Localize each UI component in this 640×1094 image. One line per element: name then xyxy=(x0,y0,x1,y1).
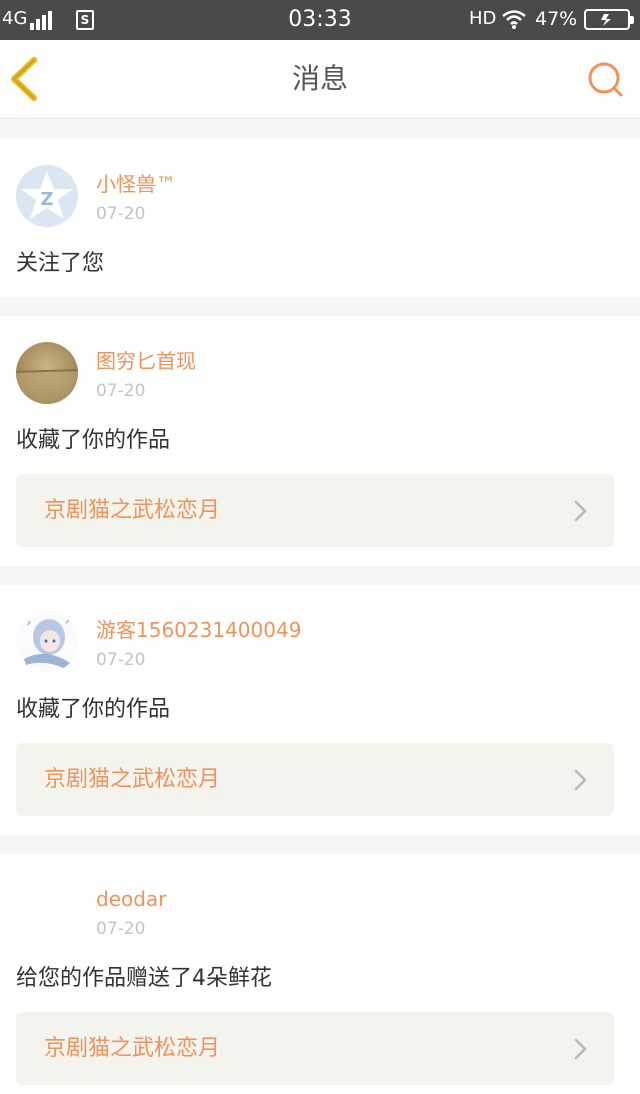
top-navigation-bar: 消息 xyxy=(0,40,640,119)
username[interactable]: deodar xyxy=(96,886,166,912)
landscape-avatar[interactable] xyxy=(16,342,78,404)
chevron-right-icon xyxy=(574,500,587,522)
battery-percent: 47% xyxy=(535,8,578,30)
hd-indicator: HD xyxy=(469,8,497,29)
status-bar: 4G S 03:33 HD 47% xyxy=(0,0,640,40)
chevron-right-icon xyxy=(574,769,587,791)
work-link[interactable]: 京剧猫之武松恋月 xyxy=(16,1012,614,1085)
message-item: deodar 07-20 给您的作品赠送了4朵鲜花 京剧猫之武松恋月 xyxy=(0,854,640,1094)
message-item: Z 小怪兽™ 07-20 关注了您 xyxy=(0,139,640,297)
page-title: 消息 xyxy=(291,62,348,95)
work-link[interactable]: 京剧猫之武松恋月 xyxy=(16,474,614,547)
work-title: 京剧猫之武松恋月 xyxy=(44,767,221,792)
chevron-right-icon xyxy=(574,1038,587,1060)
message-date: 07-20 xyxy=(96,650,146,670)
message-item: 图穷匕首现 07-20 收藏了你的作品 京剧猫之武松恋月 xyxy=(0,316,640,566)
message-action: 收藏了你的作品 xyxy=(16,697,171,722)
anime-girl-avatar[interactable] xyxy=(16,611,78,673)
wifi-icon xyxy=(502,10,526,29)
blank-avatar[interactable] xyxy=(16,880,78,942)
qq-star-icon[interactable]: Z xyxy=(16,165,78,227)
work-link[interactable]: 京剧猫之武松恋月 xyxy=(16,743,614,816)
username[interactable]: 图穷匕首现 xyxy=(96,348,196,374)
work-title: 京剧猫之武松恋月 xyxy=(44,1036,221,1061)
message-date: 07-20 xyxy=(96,919,146,939)
message-action: 关注了您 xyxy=(16,251,105,276)
message-action: 收藏了你的作品 xyxy=(16,428,171,453)
work-title: 京剧猫之武松恋月 xyxy=(44,498,221,523)
username[interactable]: 小怪兽™ xyxy=(96,171,176,197)
battery-icon xyxy=(584,9,634,30)
message-date: 07-20 xyxy=(96,204,146,224)
message-action: 给您的作品赠送了4朵鲜花 xyxy=(16,966,272,991)
svg-text:Z: Z xyxy=(40,189,53,210)
message-item: 游客1560231400049 07-20 收藏了你的作品 京剧猫之武松恋月 xyxy=(0,585,640,835)
username[interactable]: 游客1560231400049 xyxy=(96,617,301,643)
search-icon[interactable] xyxy=(584,58,626,100)
message-date: 07-20 xyxy=(96,381,146,401)
